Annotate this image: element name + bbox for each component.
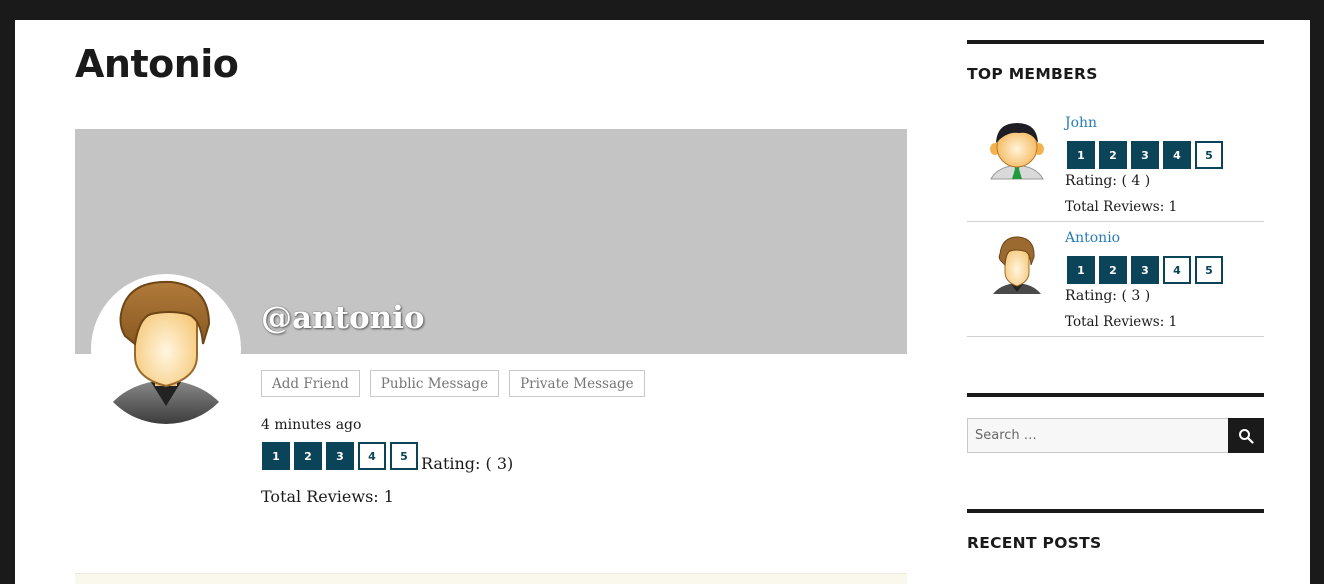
search-input[interactable] (967, 418, 1229, 453)
profile-handle: @antonio (261, 300, 425, 336)
member-item-john: John 1 2 3 4 5 Rating: ( 4 ) Total Revie… (967, 107, 1264, 222)
member-rating-text: Rating: ( 3 ) (1065, 288, 1151, 304)
rating-star-4[interactable]: 4 (1163, 256, 1191, 284)
search-icon (1239, 428, 1254, 444)
widget-divider (967, 393, 1264, 397)
top-members-title: TOP MEMBERS (967, 65, 1098, 83)
rating-star-2[interactable]: 2 (294, 442, 322, 470)
rating-star-3[interactable]: 3 (1131, 141, 1159, 169)
member-rating-stars: 1 2 3 4 5 (1067, 141, 1223, 169)
member-rating-text: Rating: ( 4 ) (1065, 173, 1151, 189)
male-avatar-brown-hair-icon (111, 280, 221, 424)
male-avatar-green-tie-icon (990, 123, 1044, 180)
rating-star-4[interactable]: 4 (1163, 141, 1191, 169)
rating-text: Rating: ( 3) (421, 454, 514, 473)
rating-star-3[interactable]: 3 (326, 442, 354, 470)
member-total-reviews: Total Reviews: 1 (1065, 314, 1178, 330)
last-active-time: 4 minutes ago (261, 417, 362, 433)
total-reviews: Total Reviews: 1 (261, 487, 394, 506)
page: Antonio @antonio Add Friend Public Messa… (15, 20, 1310, 584)
rating-star-2[interactable]: 2 (1099, 141, 1127, 169)
rating-stars: 1 2 3 4 5 (262, 442, 418, 470)
profile-rating: 1 2 3 4 5 Rating: ( 3) (262, 442, 514, 473)
member-avatar (985, 117, 1049, 181)
rating-star-5[interactable]: 5 (1195, 256, 1223, 284)
member-name-link[interactable]: John (1065, 115, 1097, 131)
rating-star-1[interactable]: 1 (1067, 256, 1095, 284)
public-message-button[interactable]: Public Message (369, 370, 500, 397)
profile-actions: Add Friend Public Message Private Messag… (261, 370, 645, 397)
page-title: Antonio (75, 42, 239, 86)
content-strip (75, 573, 907, 584)
rating-star-5[interactable]: 5 (1195, 141, 1223, 169)
widget-divider (967, 509, 1264, 513)
member-total-reviews: Total Reviews: 1 (1065, 199, 1178, 215)
add-friend-button[interactable]: Add Friend (261, 370, 360, 397)
private-message-button[interactable]: Private Message (509, 370, 645, 397)
profile-avatar (91, 274, 241, 424)
member-name-link[interactable]: Antonio (1065, 230, 1120, 246)
rating-star-2[interactable]: 2 (1099, 256, 1127, 284)
member-rating-stars: 1 2 3 4 5 (1067, 256, 1223, 284)
member-avatar (985, 232, 1049, 296)
member-item-antonio: Antonio 1 2 3 4 5 Rating: ( 3 ) Total Re… (967, 222, 1264, 337)
rating-star-5[interactable]: 5 (390, 442, 418, 470)
rating-star-3[interactable]: 3 (1131, 256, 1159, 284)
rating-star-1[interactable]: 1 (262, 442, 290, 470)
rating-star-4[interactable]: 4 (358, 442, 386, 470)
search-button[interactable] (1228, 418, 1264, 453)
widget-divider (967, 40, 1264, 44)
recent-posts-title: RECENT POSTS (967, 534, 1102, 552)
rating-star-1[interactable]: 1 (1067, 141, 1095, 169)
male-avatar-brown-hair-icon (993, 236, 1041, 294)
